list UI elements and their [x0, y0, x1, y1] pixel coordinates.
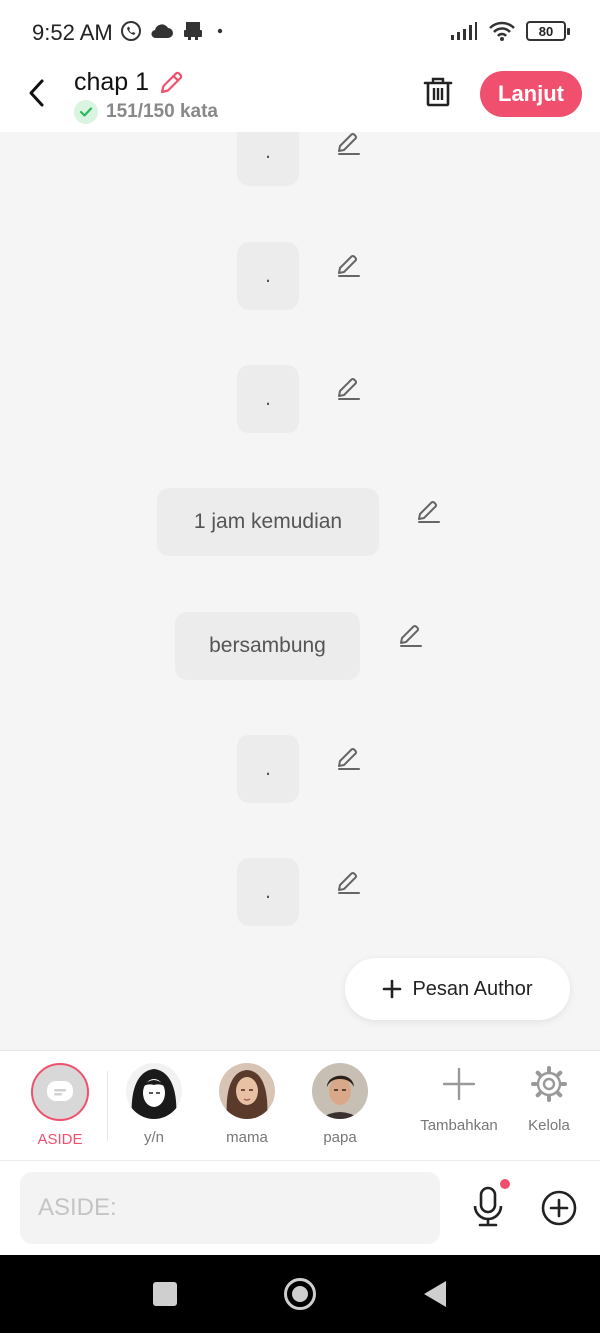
- attach-button[interactable]: [540, 1189, 578, 1227]
- author-message-label: Pesan Author: [412, 977, 533, 1000]
- edit-message-icon[interactable]: [416, 498, 442, 524]
- plus-icon: [442, 1067, 476, 1101]
- divider: [107, 1071, 108, 1141]
- input-bar: [0, 1160, 600, 1255]
- status-bar: 9:52 AM 80: [0, 0, 600, 62]
- add-character-button[interactable]: Tambahkan: [413, 1063, 505, 1134]
- gear-icon: [531, 1066, 567, 1102]
- character-mama[interactable]: mama: [207, 1063, 287, 1146]
- cloud-icon: [151, 24, 173, 39]
- message-bubble[interactable]: .: [237, 858, 299, 926]
- edit-message-icon[interactable]: [398, 622, 424, 648]
- trash-icon: [423, 77, 453, 107]
- comment-icon: [47, 1081, 73, 1101]
- character-yn[interactable]: y/n: [114, 1063, 194, 1146]
- status-time: 9:52 AM: [32, 20, 113, 45]
- back-button[interactable]: [20, 76, 54, 110]
- system-nav-bar: [0, 1255, 600, 1333]
- message-text: bersambung: [209, 634, 326, 657]
- delete-button[interactable]: [420, 74, 456, 110]
- title-row: chap 1: [74, 68, 185, 97]
- word-count: 151/150 kata: [106, 101, 218, 122]
- back-arrow-icon: [29, 79, 44, 107]
- battery-icon: 80: [526, 21, 570, 41]
- status-icons-left: [120, 20, 228, 42]
- word-count-row: 151/150 kata: [74, 100, 218, 124]
- editor-header: chap 1 151/150 kata Lanjut: [0, 62, 600, 132]
- home-button[interactable]: [284, 1278, 316, 1310]
- message-text: .: [265, 757, 271, 780]
- message-bubble[interactable]: .: [237, 132, 299, 186]
- character-bar: ASIDE y/n mama papa Tambahkan Kelola: [0, 1050, 600, 1160]
- plus-icon: [383, 979, 402, 999]
- message-bubble[interactable]: .: [237, 365, 299, 433]
- message-input[interactable]: [20, 1172, 440, 1244]
- microphone-icon: [473, 1186, 503, 1227]
- character-label: papa: [323, 1129, 357, 1146]
- edit-message-icon[interactable]: [336, 132, 362, 156]
- message-text: .: [265, 387, 271, 410]
- avatar: [312, 1063, 368, 1119]
- avatar: [219, 1063, 275, 1119]
- message-text: .: [265, 264, 271, 287]
- wifi-icon: [489, 21, 515, 41]
- recents-button[interactable]: [153, 1282, 177, 1306]
- next-button[interactable]: Lanjut: [480, 71, 582, 117]
- avatar: [126, 1063, 182, 1119]
- nav-back-button[interactable]: [424, 1281, 446, 1307]
- manage-characters-button[interactable]: Kelola: [509, 1063, 589, 1134]
- message-bubble[interactable]: .: [237, 735, 299, 803]
- character-label: y/n: [143, 1129, 164, 1146]
- plus-circle-icon: [541, 1190, 577, 1226]
- message-text: 1 jam kemudian: [193, 510, 343, 533]
- character-label: ASIDE: [37, 1131, 83, 1148]
- chat-area[interactable]: . . . 1 jam kemudian bersambung . .: [0, 132, 600, 1050]
- message-bubble[interactable]: .: [237, 242, 299, 310]
- printer-icon: [184, 22, 202, 40]
- message-text: .: [265, 140, 271, 163]
- aside-avatar: [31, 1063, 89, 1121]
- edit-message-icon[interactable]: [336, 375, 362, 401]
- edit-message-icon[interactable]: [336, 745, 362, 771]
- edit-title-icon[interactable]: [157, 69, 185, 97]
- notification-dot: [500, 1179, 510, 1189]
- character-aside[interactable]: ASIDE: [20, 1063, 100, 1148]
- message-bubble[interactable]: bersambung: [175, 612, 360, 680]
- manage-characters-label: Kelola: [528, 1117, 570, 1134]
- voice-button[interactable]: [468, 1179, 510, 1229]
- home-icon: [292, 1286, 308, 1302]
- character-label: mama: [226, 1129, 268, 1146]
- message-bubble[interactable]: 1 jam kemudian: [157, 488, 379, 556]
- edit-message-icon[interactable]: [336, 869, 362, 895]
- signal-icon: [451, 22, 477, 40]
- status-icons-right: 80: [450, 20, 570, 42]
- battery-level: 80: [538, 23, 554, 39]
- edit-message-icon[interactable]: [336, 252, 362, 278]
- add-character-label: Tambahkan: [420, 1117, 498, 1134]
- dot-icon: [217, 28, 223, 34]
- whatsapp-icon: [121, 21, 141, 41]
- message-text: .: [265, 880, 271, 903]
- chapter-title: chap 1: [74, 68, 150, 96]
- character-papa[interactable]: papa: [300, 1063, 380, 1146]
- check-icon: [74, 100, 98, 124]
- author-message-button[interactable]: Pesan Author: [345, 958, 570, 1020]
